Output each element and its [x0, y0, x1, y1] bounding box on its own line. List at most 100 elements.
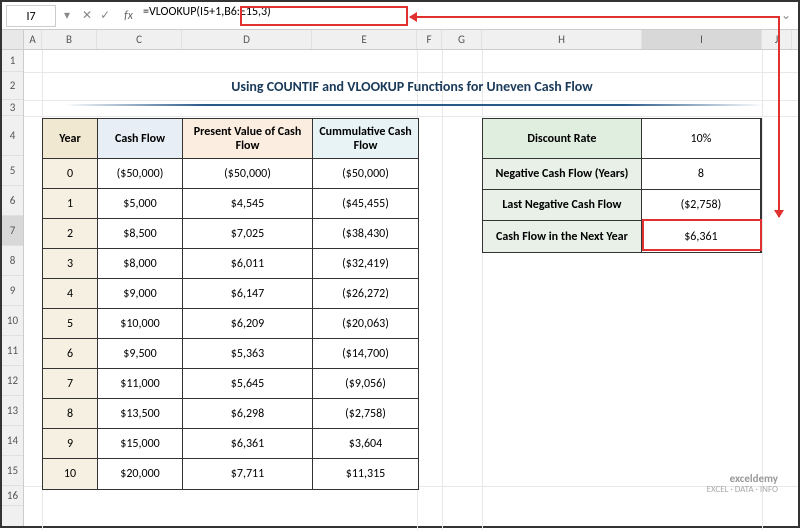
name-box-dropdown-icon[interactable]: ▾ [60, 8, 74, 23]
cell-pv[interactable]: $6,209 [183, 309, 313, 339]
cell-pv[interactable]: $6,361 [183, 429, 313, 459]
summary-row: Last Negative Cash Flow ($2,758) [483, 190, 761, 221]
next-cf-label[interactable]: Cash Flow in the Next Year [483, 221, 642, 252]
neg-years-value[interactable]: 8 [642, 159, 761, 190]
col-header[interactable]: B [42, 30, 97, 49]
cell-cum[interactable]: ($32,419) [313, 249, 418, 279]
cell-pv[interactable]: $5,363 [183, 339, 313, 369]
name-box[interactable]: I7 [6, 5, 56, 27]
select-all-corner[interactable] [2, 30, 23, 50]
cell-cum[interactable]: ($14,700) [313, 339, 418, 369]
row-header[interactable]: 7 [2, 216, 23, 246]
cell-cum[interactable]: $11,315 [313, 459, 418, 489]
next-cf-value[interactable]: $6,361 [642, 221, 761, 252]
cell-cash[interactable]: $8,500 [98, 219, 183, 249]
cell-year[interactable]: 10 [43, 459, 98, 489]
cell-cum[interactable]: ($45,455) [313, 189, 418, 219]
row-header[interactable]: 5 [2, 156, 23, 186]
cell-pv[interactable]: $7,711 [183, 459, 313, 489]
cell-cash[interactable]: $9,000 [98, 279, 183, 309]
column-headers: A B C D E F G H I J [24, 30, 798, 50]
col-header[interactable]: C [97, 30, 182, 49]
cell-pv[interactable]: $5,645 [183, 369, 313, 399]
header-year[interactable]: Year [43, 119, 98, 159]
col-header[interactable]: D [182, 30, 312, 49]
cell-cum[interactable]: ($20,063) [313, 309, 418, 339]
col-header[interactable]: G [442, 30, 482, 49]
cell-year[interactable]: 0 [43, 159, 98, 189]
row-header[interactable]: 1 [2, 50, 23, 72]
header-pv[interactable]: Present Value of Cash Flow [183, 119, 313, 159]
row-header[interactable]: 6 [2, 186, 23, 216]
confirm-icon[interactable]: ✓ [100, 8, 110, 23]
cell-pv[interactable]: $6,147 [183, 279, 313, 309]
cell-cum[interactable]: ($50,000) [313, 159, 418, 189]
cell-year[interactable]: 2 [43, 219, 98, 249]
cell-cash[interactable]: $20,000 [98, 459, 183, 489]
cell-pv[interactable]: $4,545 [183, 189, 313, 219]
watermark-tag: EXCEL · DATA · INFO [707, 485, 778, 496]
col-header[interactable]: I [642, 30, 762, 49]
row-header[interactable]: 12 [2, 366, 23, 396]
cell-year[interactable]: 9 [43, 429, 98, 459]
cell-cash[interactable]: $10,000 [98, 309, 183, 339]
cell-cash[interactable]: $13,500 [98, 399, 183, 429]
cell-cum[interactable]: ($9,056) [313, 369, 418, 399]
cash-flow-table: Year Cash Flow Present Value of Cash Flo… [42, 118, 419, 490]
cell-pv[interactable]: $6,011 [183, 249, 313, 279]
grid-area[interactable]: A B C D E F G H I J Using COUNTIF and VL… [24, 30, 798, 526]
cell-cash[interactable]: $15,000 [98, 429, 183, 459]
annotation-arrow-horizontal [410, 16, 780, 18]
cell-year[interactable]: 8 [43, 399, 98, 429]
row-header[interactable]: 14 [2, 426, 23, 456]
neg-years-label[interactable]: Negative Cash Flow (Years) [483, 159, 642, 190]
table-row: 6$9,500$5,363($14,700) [43, 339, 418, 369]
cell-year[interactable]: 3 [43, 249, 98, 279]
col-header[interactable]: A [24, 30, 42, 49]
cell-cum[interactable]: ($26,272) [313, 279, 418, 309]
cell-year[interactable]: 6 [43, 339, 98, 369]
cell-pv[interactable]: $6,298 [183, 399, 313, 429]
header-cashflow[interactable]: Cash Flow [98, 119, 183, 159]
cell-pv[interactable]: $7,025 [183, 219, 313, 249]
row-header[interactable]: 11 [2, 336, 23, 366]
table-row: 4$9,000$6,147($26,272) [43, 279, 418, 309]
row-header[interactable]: 8 [2, 246, 23, 276]
header-cum[interactable]: Cummulative Cash Flow [313, 119, 418, 159]
col-header[interactable]: H [482, 30, 642, 49]
cell-cash[interactable]: $11,000 [98, 369, 183, 399]
last-neg-value[interactable]: ($2,758) [642, 190, 761, 221]
cell-cum[interactable]: $3,604 [313, 429, 418, 459]
cell-year[interactable]: 4 [43, 279, 98, 309]
last-neg-label[interactable]: Last Negative Cash Flow [483, 190, 642, 221]
cell-pv[interactable]: ($50,000) [183, 159, 313, 189]
cell-year[interactable]: 7 [43, 369, 98, 399]
cancel-icon[interactable]: ✕ [82, 8, 92, 23]
cell-cash[interactable]: $5,000 [98, 189, 183, 219]
table-row: 9$15,000$6,361$3,604 [43, 429, 418, 459]
table-header-row: Year Cash Flow Present Value of Cash Flo… [43, 119, 418, 159]
row-header[interactable]: 15 [2, 456, 23, 486]
col-header[interactable]: J [762, 30, 792, 49]
col-header[interactable]: F [417, 30, 442, 49]
col-header[interactable]: E [312, 30, 417, 49]
row-header[interactable]: 10 [2, 306, 23, 336]
cell-cum[interactable]: ($2,758) [313, 399, 418, 429]
cell-cash[interactable]: $8,000 [98, 249, 183, 279]
formula-expand-icon[interactable]: ⌄ [778, 8, 794, 23]
cell-year[interactable]: 5 [43, 309, 98, 339]
row-header[interactable]: 3 [2, 100, 23, 116]
cell-cum[interactable]: ($38,430) [313, 219, 418, 249]
cell-year[interactable]: 1 [43, 189, 98, 219]
row-header[interactable]: 13 [2, 396, 23, 426]
fx-icon[interactable]: fx [118, 9, 139, 23]
row-header[interactable]: 4 [2, 116, 23, 156]
row-header[interactable]: 9 [2, 276, 23, 306]
discount-rate-label[interactable]: Discount Rate [483, 119, 642, 159]
discount-rate-value[interactable]: 10% [642, 119, 761, 159]
row-header[interactable]: 2 [2, 72, 23, 100]
cell-cash[interactable]: $9,500 [98, 339, 183, 369]
spreadsheet: 1 2 3 4 5 6 7 8 9 10 11 12 13 14 15 16 A… [2, 30, 798, 526]
cell-cash[interactable]: ($50,000) [98, 159, 183, 189]
row-header[interactable]: 16 [2, 486, 23, 506]
